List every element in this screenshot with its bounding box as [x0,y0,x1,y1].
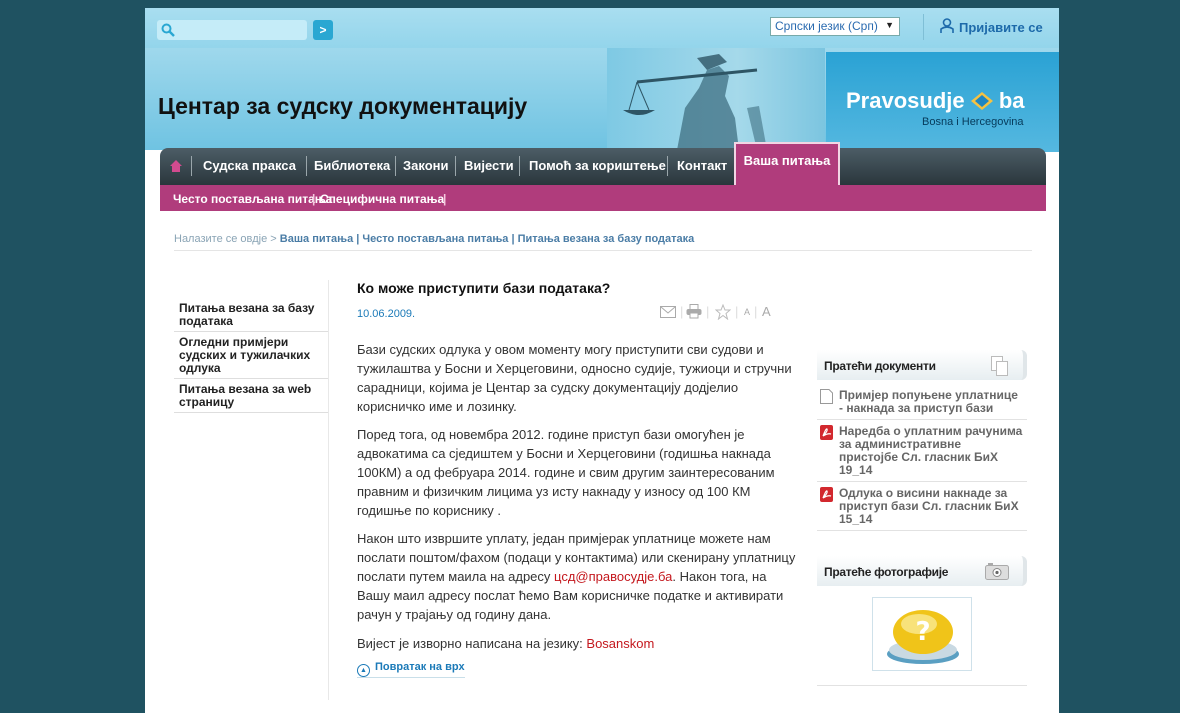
nav-item-your-questions[interactable]: Ваша питања [734,142,840,185]
back-to-top-underline [357,677,465,678]
statue-illustration [623,54,767,150]
article: Ко може приступити бази података? 10.06.… [357,280,797,678]
svg-text:?: ? [915,617,930,647]
breadcrumb-divider [174,250,1032,251]
chevron-down-icon: ▼ [885,20,894,30]
right-column: Пратећи документи Примјер попуњене уплат… [817,350,1027,686]
document-icon [820,389,833,404]
left-nav-item-examples[interactable]: Огледни примјери судских и тужилачких од… [174,332,328,379]
nav-item-library[interactable]: Библиотека [314,158,390,173]
banner: Центар за судску документацију Pravosudj… [145,48,1059,152]
font-size-small-button[interactable]: A [744,307,750,317]
font-size-large-button[interactable]: A [762,304,771,319]
nav-separator [455,156,456,176]
article-paragraph: Поред тога, од новембра 2012. године при… [357,427,775,518]
nav-separator [306,156,307,176]
subnav-item-specific[interactable]: Специфична питања [320,192,444,206]
subnav-item-faq[interactable]: Често постављана питања [173,192,332,206]
search-input[interactable] [179,22,303,38]
search-box[interactable] [157,20,307,40]
article-title: Ко може приступити бази података? [357,280,611,296]
left-nav-item-database[interactable]: Питања везана за базу података [174,298,328,332]
email-icon[interactable] [660,306,676,318]
photo-divider [817,685,1027,686]
camera-icon [985,563,1009,580]
nav-separator [395,156,396,176]
user-icon[interactable] [940,18,954,34]
nav-item-contact[interactable]: Контакт [677,158,727,173]
left-nav-item-web[interactable]: Питања везана за web страницу [174,379,328,413]
documents-icon [991,356,1008,376]
language-selected-value: Српски језик (Срп) [775,19,878,33]
search-submit-button[interactable]: > [313,20,333,40]
related-doc-item[interactable]: Одлука о висини накнаде за приступ бази … [817,482,1027,531]
logo-name: Pravosudje [846,88,965,113]
related-doc-item[interactable]: Примјер попуњене уплатнице - накнада за … [817,384,1027,420]
nav-item-laws[interactable]: Закони [403,158,449,173]
nav-separator [667,156,668,176]
star-icon[interactable] [715,304,731,320]
pdf-icon [820,425,833,440]
breadcrumb: Налазите се овдје > Ваша питања | Често … [174,233,694,245]
logo-tld: ba [998,88,1025,113]
article-paragraph: Бази судских одлука у овом моменту могу … [357,342,792,414]
pdf-icon [820,487,833,502]
article-date: 10.06.2009. [357,308,416,320]
breadcrumb-path[interactable]: Ваша питања | Често постављана питања | … [280,233,694,245]
related-photo-thumbnail[interactable]: ? [872,597,972,671]
email-link[interactable]: цсд@правосудје.ба [554,569,672,584]
subnav-separator: | [312,192,316,206]
nav-item-help[interactable]: Помоћ за кориштење [529,158,666,173]
related-docs-title: Пратећи документи [824,359,936,373]
logo-mark-icon [970,92,993,110]
nav-separator [191,156,192,176]
article-paragraph: Након што извршите уплату, један примјер… [357,531,796,622]
nav-item-news[interactable]: Вијести [464,158,514,173]
nav-separator [519,156,520,176]
sub-nav: Често постављана питања | Специфична пит… [160,185,1046,211]
search-icon [161,23,175,37]
source-language: Вијест је изворно написана на језику: Bo… [357,636,655,651]
subnav-separator: | [443,192,447,206]
related-doc-item[interactable]: Наредба о уплатним рачунима за администр… [817,420,1027,482]
related-photos-header: Пратеће фотографије [817,556,1027,586]
site-title: Центар за судску документацију [158,93,528,119]
print-icon[interactable] [686,304,702,319]
column-divider [328,280,329,700]
language-select[interactable]: Српски језик (Срп) ▼ [770,17,900,36]
pravosudje-logo[interactable]: Pravosudje ba Bosna i Hercegovina [826,52,1059,152]
related-docs-list: Примјер попуњене уплатнице - накнада за … [817,384,1027,531]
left-nav: Питања везана за базу података Огледни п… [174,298,328,413]
main-nav: Судска пракса Библиотека Закони Вијести … [160,142,1046,185]
article-body: Бази судских одлука у овом моменту могу … [357,340,797,633]
login-link[interactable]: Пријавите се [959,20,1043,35]
page: > Српски језик (Срп) ▼ Пријавите се Цент… [145,8,1059,713]
related-docs-header: Пратећи документи [817,350,1027,380]
nav-item-court-practice[interactable]: Судска пракса [203,158,296,173]
justice-statue-image [607,48,825,150]
related-photos-title: Пратеће фотографије [824,565,949,579]
source-language-link[interactable]: Bosanskom [586,636,654,651]
back-to-top-link[interactable]: ▲ Повратак на врх [357,661,465,677]
home-icon[interactable] [169,159,183,173]
logo-subtitle: Bosna i Hercegovina [922,116,1024,128]
breadcrumb-prefix: Налазите се овдје > [174,233,277,245]
arrow-up-icon: ▲ [357,664,370,677]
header-divider [923,14,924,40]
question-mark-button-icon: ? [887,610,959,664]
article-tools: | | | A | A [660,304,800,322]
